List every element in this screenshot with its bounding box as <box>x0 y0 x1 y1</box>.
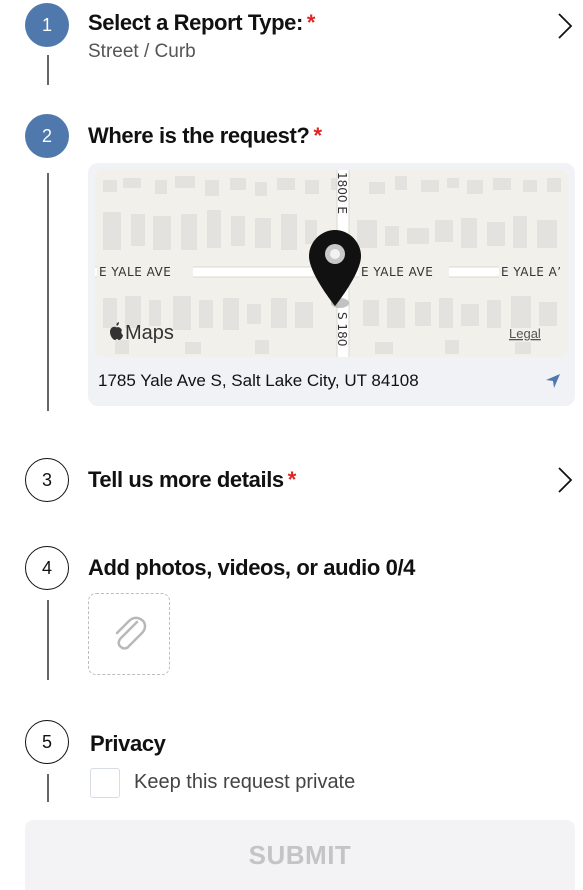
step-1-badge: 1 <box>25 3 69 47</box>
paperclip-icon <box>115 616 147 650</box>
location-card: E YALE AVE E YALE AVE E YALE A’ 1800 E S… <box>88 163 575 406</box>
attach-media-button[interactable] <box>88 593 170 675</box>
submit-button[interactable]: SUBMIT <box>25 820 575 890</box>
step-4-title: Add photos, videos, or audio 0/4 <box>88 555 416 580</box>
street-label-3: E YALE A’ <box>501 265 562 279</box>
step-5-title: Privacy <box>90 731 166 756</box>
required-asterisk: * <box>313 123 322 148</box>
privacy-checkbox-label[interactable]: Keep this request private <box>134 771 355 794</box>
step-4-connector <box>47 600 49 680</box>
vertical-street-label-top: 1800 E <box>335 172 349 214</box>
step-5-badge: 5 <box>25 720 69 764</box>
location-arrow-icon[interactable] <box>545 373 561 389</box>
maps-brand: Maps <box>125 322 174 344</box>
chevron-right-icon[interactable] <box>557 12 573 40</box>
address-text[interactable]: 1785 Yale Ave S, Salt Lake City, UT 8410… <box>98 371 419 391</box>
location-map[interactable]: E YALE AVE E YALE AVE E YALE A’ 1800 E S… <box>95 170 568 357</box>
required-asterisk: * <box>287 467 297 492</box>
step-2-number: 2 <box>41 125 52 146</box>
step-1-title[interactable]: Select a Report Type: * <box>88 10 316 36</box>
step-2-title-text: Where is the request? <box>88 123 310 148</box>
map-graphic: E YALE AVE E YALE AVE E YALE A’ 1800 E S… <box>95 170 568 357</box>
step-1-connector <box>47 55 49 85</box>
step-3-badge: 3 <box>25 458 69 502</box>
step-4-number: 4 <box>41 557 52 578</box>
street-label-1: E YALE AVE <box>99 265 171 279</box>
step-1-number: 1 <box>41 14 52 35</box>
step-2-connector <box>47 173 49 411</box>
step-3-title-text: Tell us more details <box>88 467 284 492</box>
step-2-title: Where is the request? * <box>88 123 322 149</box>
step-5-number: 5 <box>41 731 52 752</box>
step-5-connector <box>47 774 49 802</box>
required-asterisk: * <box>306 10 316 35</box>
privacy-checkbox[interactable] <box>90 768 120 798</box>
legal-link[interactable]: Legal <box>509 326 541 341</box>
step-4-badge: 4 <box>25 546 69 590</box>
chevron-right-icon[interactable] <box>557 466 573 494</box>
street-label-2: E YALE AVE <box>361 265 433 279</box>
step-3-title[interactable]: Tell us more details * <box>88 467 296 493</box>
step-2-badge: 2 <box>25 114 69 158</box>
step-3-number: 3 <box>41 469 52 490</box>
vertical-street-label-bottom: S 180 <box>335 312 349 346</box>
step-1-title-text: Select a Report Type: <box>88 10 303 35</box>
step-1-selected-value: Street / Curb <box>88 41 196 62</box>
